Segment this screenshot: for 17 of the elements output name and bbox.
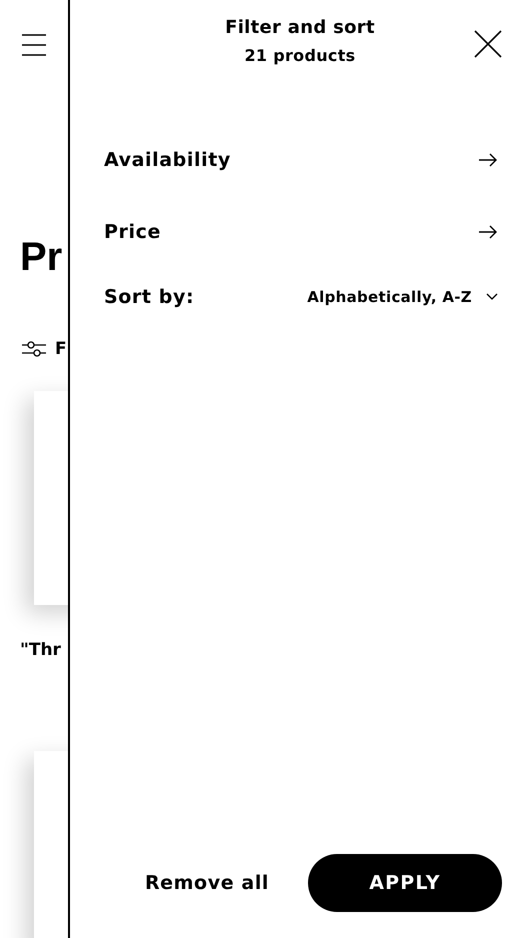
sort-dropdown[interactable]: Alphabetically, A-Z [307,288,498,306]
arrow-icon [478,225,498,239]
chevron-down-icon [486,293,498,301]
apply-button[interactable]: APPLY [308,854,502,912]
filter-option[interactable]: Availability [104,142,498,178]
sort-label: Sort by: [104,286,194,308]
filter-label[interactable]: F [55,339,67,359]
drawer-title: Filter and sort [225,16,375,40]
sliders-icon[interactable] [22,339,46,359]
product-count: 21 products [244,45,356,67]
close-button[interactable] [474,30,502,58]
remove-all-link[interactable]: Remove all [106,872,308,894]
arrow-icon [478,153,498,167]
product-title[interactable]: "Thr [20,640,61,660]
filter-option[interactable]: Price [104,214,498,250]
page-heading: Pr [20,235,64,279]
menu-icon[interactable] [22,33,46,57]
